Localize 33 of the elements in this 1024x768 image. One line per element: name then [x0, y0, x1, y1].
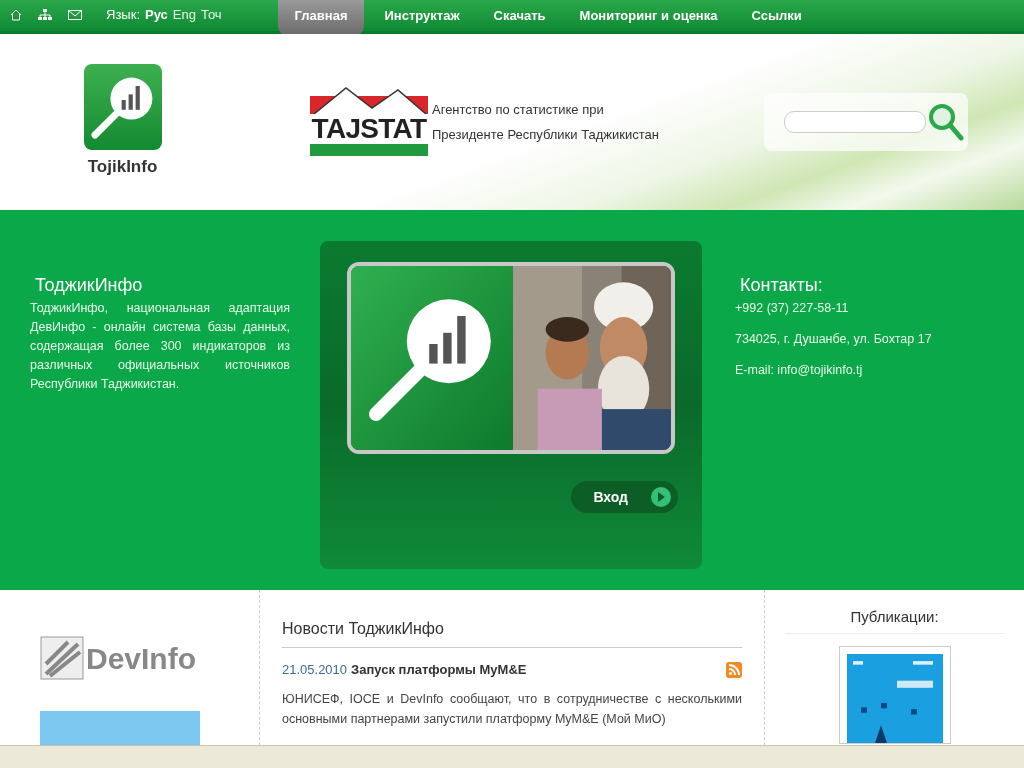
language-link[interactable]: Рус — [145, 5, 168, 25]
nav-tab[interactable]: Инструктаж — [367, 0, 477, 36]
news-date: 21.05.2010 — [282, 661, 348, 679]
search-icon[interactable] — [928, 103, 964, 141]
rss-icon[interactable] — [726, 661, 742, 678]
news-headline[interactable]: Запуск платформы MyM&E — [351, 660, 527, 680]
logo-text: TojikInfo — [87, 156, 158, 179]
contacts-title: Контакты: — [739, 274, 824, 297]
search-field[interactable] — [784, 111, 926, 133]
contact-line: 734025, г. Душанбе, ул. Бохтар 17 — [735, 330, 932, 348]
publication-cover[interactable] — [838, 645, 951, 744]
mail-icon[interactable] — [68, 10, 82, 20]
login-button[interactable]: Вход — [571, 481, 678, 513]
news-title: Новости ТоджикИнфо — [282, 617, 742, 648]
news-text: ЮНИСЕФ, IOCE и DevInfo сообщают, что в сотрудничестве с несколькими основными партнерами запустили платформу MyM&E (Мой МиО) — [282, 690, 742, 728]
home-icon[interactable] — [10, 9, 22, 21]
contact-line: +992 (37) 227-58-11 — [735, 300, 850, 317]
intro-text: ТоджикИнфо, национальная адаптация ДевИнфо - онлайн система базы данных, содержащая более 300 индикаторов из различных официальных источников Республики Таджикистан. — [30, 300, 290, 393]
agency-logo: TAJSTAT — [310, 88, 428, 156]
language-label: Язык: — [106, 6, 140, 25]
agency-name: Агентство по статистике при — [432, 100, 605, 119]
language-link[interactable]: Eng — [172, 5, 196, 25]
intro-title: ТоджикИнфо — [34, 274, 144, 297]
nav-tab[interactable]: Главная — [277, 0, 365, 36]
agency-name: Президенте Республики Таджикистан — [432, 126, 659, 144]
nav-tab[interactable]: Скачать — [476, 0, 563, 36]
nav-tab[interactable]: Ссылки — [734, 0, 819, 36]
contact-line: E-mail: info@tojikinfo.tj — [735, 361, 864, 379]
nav-tab[interactable]: Мониторинг и оценка — [562, 0, 735, 36]
sitemap-icon[interactable] — [38, 9, 52, 21]
devinfo-logo: DevInfo — [40, 630, 259, 687]
publications-title: Публикации: — [784, 606, 1005, 634]
language-link[interactable]: Точ — [200, 5, 222, 25]
